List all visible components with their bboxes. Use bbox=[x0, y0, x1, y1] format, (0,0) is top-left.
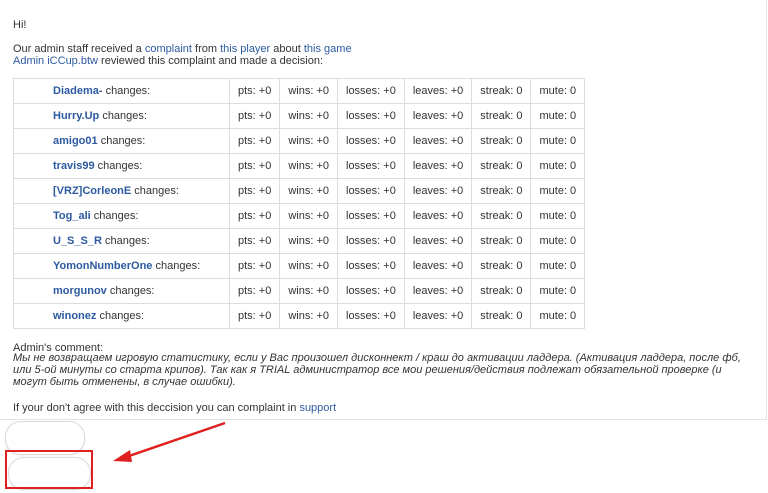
annotation-arrow bbox=[113, 421, 226, 462]
arrow-head bbox=[113, 450, 132, 462]
arrow-line bbox=[125, 421, 226, 459]
